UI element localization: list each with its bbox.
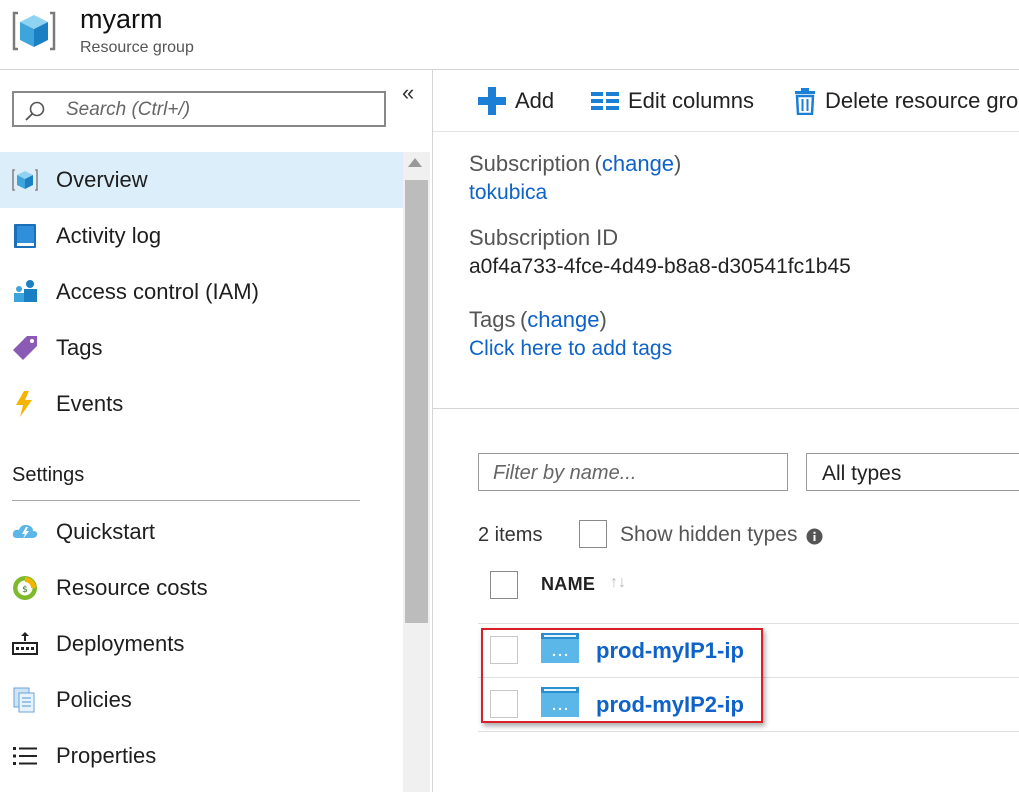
row-divider bbox=[478, 731, 1019, 732]
tag-icon bbox=[13, 336, 37, 360]
trash-icon bbox=[795, 88, 815, 115]
people-icon bbox=[14, 280, 37, 302]
tags-label: Tags bbox=[469, 307, 516, 332]
sidebar-item-label: Access control (IAM) bbox=[56, 279, 259, 304]
edit-columns-button[interactable]: Edit columns bbox=[590, 86, 754, 116]
sidebar-item-label: Overview bbox=[56, 167, 148, 192]
sidebar: « Overview Activity log Access control (… bbox=[0, 70, 433, 792]
select-all-checkbox[interactable] bbox=[490, 571, 518, 599]
delete-label: Delete resource gro bbox=[825, 88, 1019, 113]
cost-icon: $ bbox=[13, 576, 37, 600]
main-content: Add Edit columns Delete resource gro Sub… bbox=[433, 70, 1019, 792]
collapse-sidebar-button[interactable]: « bbox=[402, 80, 414, 106]
subscription-id-value: a0f4a733-4fce-4d49-b8a8-d30541fc1b45 bbox=[469, 255, 851, 278]
subscription-label-row: Subscription (change) bbox=[469, 151, 681, 177]
sidebar-item-deployments[interactable]: Deployments bbox=[0, 616, 403, 672]
filter-by-name-box[interactable] bbox=[478, 453, 788, 491]
add-button[interactable]: Add bbox=[477, 86, 554, 116]
search-input[interactable] bbox=[64, 97, 368, 123]
sidebar-item-events[interactable]: Events bbox=[0, 376, 403, 432]
items-count: 2 items bbox=[478, 524, 543, 546]
show-hidden-types-label: Show hidden types bbox=[620, 523, 798, 546]
subscription-id-label: Subscription ID bbox=[469, 225, 619, 250]
show-hidden-types-checkbox[interactable] bbox=[579, 520, 607, 548]
delete-resource-group-button[interactable]: Delete resource gro bbox=[793, 86, 1018, 116]
svg-text:$: $ bbox=[22, 585, 28, 595]
highlight-annotation-box bbox=[481, 628, 763, 723]
sidebar-item-label: Resource costs bbox=[56, 575, 208, 600]
sidebar-item-label: Policies bbox=[56, 687, 132, 712]
paren-close: ) bbox=[674, 151, 682, 176]
sidebar-item-label: Activity log bbox=[56, 223, 162, 248]
resource-group-icon bbox=[12, 11, 56, 51]
sidebar-item-label: Events bbox=[56, 391, 124, 416]
scrollbar-thumb[interactable] bbox=[405, 180, 428, 623]
divider bbox=[12, 500, 360, 501]
cloud-icon bbox=[12, 524, 38, 539]
deployments-icon bbox=[12, 632, 38, 655]
sidebar-item-quickstart[interactable]: Quickstart bbox=[0, 504, 403, 560]
paren-open: ( bbox=[594, 151, 602, 176]
add-label: Add bbox=[515, 88, 555, 113]
search-icon bbox=[25, 101, 45, 121]
change-tags-link[interactable]: change bbox=[527, 307, 599, 332]
sort-arrows-icon[interactable]: ↑↓ bbox=[610, 574, 626, 592]
page-header: myarm Resource group bbox=[0, 0, 1019, 70]
filter-by-name-input[interactable] bbox=[491, 460, 780, 486]
scroll-up-arrow-icon[interactable] bbox=[408, 158, 422, 167]
sidebar-item-overview[interactable]: Overview bbox=[0, 152, 403, 208]
types-dropdown[interactable]: All types bbox=[806, 453, 1019, 491]
lightning-icon bbox=[16, 391, 32, 417]
list-icon bbox=[13, 747, 37, 765]
divider bbox=[433, 408, 1019, 409]
resource-group-type: Resource group bbox=[80, 39, 194, 56]
toolbar: Add Edit columns Delete resource gro bbox=[433, 70, 1019, 132]
sidebar-item-label: Properties bbox=[56, 743, 157, 768]
change-subscription-link[interactable]: change bbox=[602, 151, 674, 176]
info-icon[interactable] bbox=[806, 528, 823, 545]
paren-close: ) bbox=[599, 307, 607, 332]
sidebar-item-label: Tags bbox=[56, 335, 103, 360]
tags-label-row: Tags (change) bbox=[469, 307, 607, 333]
search-box[interactable] bbox=[12, 91, 386, 127]
sidebar-item-access-control[interactable]: Access control (IAM) bbox=[0, 264, 403, 320]
policies-icon bbox=[13, 687, 35, 713]
plus-icon bbox=[478, 87, 506, 115]
columns-icon bbox=[591, 92, 619, 110]
sidebar-item-policies[interactable]: Policies bbox=[0, 672, 403, 728]
sidebar-item-properties[interactable]: Properties bbox=[0, 728, 403, 784]
name-column-header[interactable]: NAME bbox=[541, 574, 595, 595]
sidebar-item-resource-costs[interactable]: $ Resource costs bbox=[0, 560, 403, 616]
resource-group-name: myarm bbox=[80, 4, 163, 34]
sidebar-item-activity-log[interactable]: Activity log bbox=[0, 208, 403, 264]
add-tags-link[interactable]: Click here to add tags bbox=[469, 337, 672, 361]
book-icon bbox=[14, 224, 36, 248]
sidebar-item-tags[interactable]: Tags bbox=[0, 320, 403, 376]
subscription-label: Subscription bbox=[469, 151, 591, 176]
settings-heading: Settings bbox=[12, 464, 85, 486]
subscription-value-link[interactable]: tokubica bbox=[469, 181, 547, 205]
cube-icon bbox=[12, 169, 38, 191]
sidebar-item-label: Quickstart bbox=[56, 519, 156, 544]
edit-columns-label: Edit columns bbox=[628, 88, 754, 113]
sidebar-item-label: Deployments bbox=[56, 631, 185, 656]
